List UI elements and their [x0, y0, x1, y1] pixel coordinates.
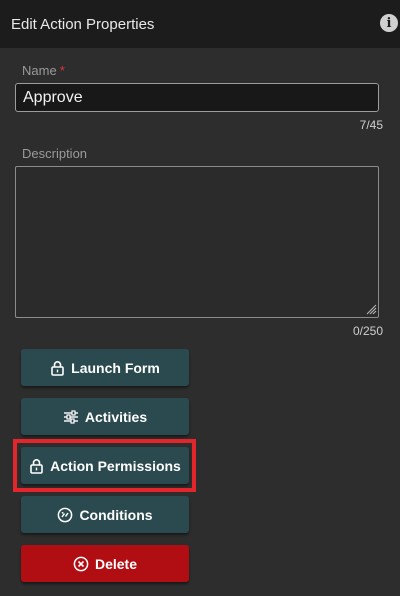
close-circle-icon — [73, 556, 89, 571]
delete-button[interactable]: Delete — [21, 545, 189, 582]
description-field-label: Description — [22, 146, 88, 161]
info-icon[interactable]: i — [380, 14, 398, 32]
action-permissions-label: Action Permissions — [50, 457, 181, 474]
sliders-icon — [63, 409, 78, 424]
activities-label: Activities — [84, 408, 148, 425]
conditions-label: Conditions — [79, 506, 153, 523]
activities-button[interactable]: Activities — [21, 398, 189, 435]
lock-icon — [51, 360, 64, 376]
description-textarea[interactable] — [15, 166, 379, 318]
name-field-label: Name * — [22, 63, 65, 78]
name-char-counter: 7/45 — [359, 118, 383, 132]
panel-header: Edit Action Properties i — [0, 0, 400, 48]
resize-handle-icon[interactable] — [366, 304, 377, 315]
action-permissions-button[interactable]: Action Permissions — [21, 447, 189, 484]
lock-icon — [30, 458, 43, 474]
launch-form-button[interactable]: Launch Form — [21, 349, 189, 386]
delete-label: Delete — [94, 555, 138, 572]
conditions-icon — [58, 507, 73, 522]
conditions-button[interactable]: Conditions — [21, 496, 189, 533]
name-input[interactable] — [15, 83, 379, 112]
required-marker: * — [59, 63, 65, 78]
launch-form-label: Launch Form — [71, 359, 160, 376]
description-char-counter: 0/250 — [352, 324, 383, 338]
name-label-text: Name — [22, 63, 57, 78]
panel-title: Edit Action Properties — [11, 15, 155, 33]
